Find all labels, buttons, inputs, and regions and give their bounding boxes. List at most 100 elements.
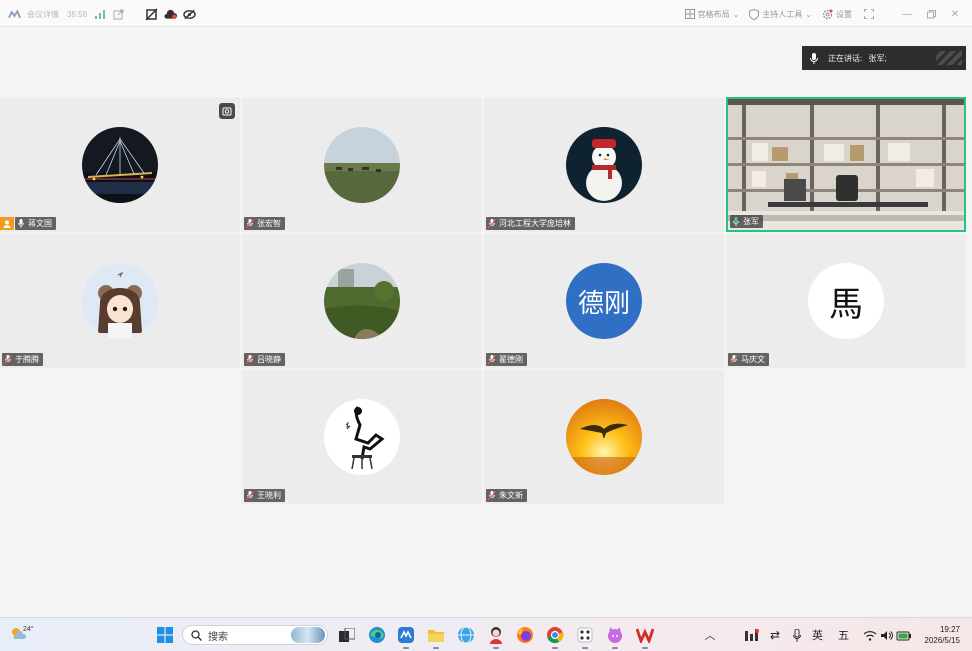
browser-globe-icon[interactable]: [456, 625, 476, 645]
microphone-active-icon: [732, 217, 740, 226]
start-button[interactable]: [155, 625, 175, 645]
file-explorer-icon[interactable]: [426, 625, 446, 649]
battery-icon[interactable]: [894, 625, 914, 645]
app-logo-icon: [8, 8, 21, 21]
nameplate: 翟德刚: [486, 353, 527, 366]
active-speaker-banner: 正在讲话: 张军;: [802, 46, 966, 70]
tray-overflow-icon[interactable]: ︿: [700, 625, 720, 645]
signal-bars-icon[interactable]: [93, 8, 106, 21]
participant-tile[interactable]: 德刚 翟德刚: [484, 234, 724, 368]
grid-layout-label: 宫格布局: [697, 9, 730, 19]
microphone-muted-icon: [246, 491, 254, 500]
user-icon: [3, 220, 11, 228]
participant-tile[interactable]: 蒋文国: [0, 98, 240, 232]
taskbar-search[interactable]: 搜索: [182, 625, 328, 645]
meeting-app-icon[interactable]: [396, 625, 416, 649]
clock-date: 2026/5/15: [924, 636, 960, 645]
speaking-label: 正在讲话:: [828, 53, 863, 63]
microphone-muted-icon: [246, 219, 254, 228]
edge-browser-icon[interactable]: [367, 625, 387, 645]
video-feed: [728, 99, 964, 230]
participant-tile[interactable]: 馬 马庆文: [726, 234, 966, 368]
nameplate: 朱文新: [486, 489, 527, 502]
microphone-icon[interactable]: [787, 625, 807, 645]
participant-name: 张宏智: [257, 219, 281, 228]
avatar: [566, 399, 642, 475]
cat-app-icon[interactable]: [605, 625, 625, 649]
search-highlight-icon: [291, 627, 325, 643]
avatar: [82, 263, 158, 339]
volume-icon[interactable]: [876, 625, 896, 645]
participant-name: 吕晓静: [257, 355, 281, 364]
speaker-name: 张军;: [868, 53, 887, 63]
participant-name: 蒋文国: [28, 219, 52, 228]
participant-name: 翟德刚: [499, 355, 523, 364]
chevron-down-icon: ⌄: [805, 9, 812, 19]
mute-all-icon[interactable]: [145, 7, 158, 21]
microphone-icon: [810, 52, 818, 64]
meeting-duration: 35:58: [67, 9, 88, 19]
ime-mode-indicator[interactable]: 五: [838, 627, 849, 643]
microphone-muted-icon: [730, 355, 738, 364]
participant-tile[interactable]: 王晓利: [242, 370, 482, 504]
nameplate: 蒋文国: [15, 217, 56, 230]
tray-app-icon[interactable]: [742, 625, 762, 645]
microphone-muted-icon: [246, 355, 254, 364]
search-icon: [191, 629, 202, 641]
grid-icon: [684, 9, 695, 19]
participant-tile[interactable]: 于腾腾: [0, 234, 240, 368]
nameplate: 河北工程大学庞培林: [486, 217, 575, 230]
nameplate: 吕晓静: [244, 353, 285, 366]
avatar-initials: 德刚: [577, 288, 630, 319]
wps-office-icon[interactable]: [635, 625, 655, 649]
firefox-icon[interactable]: [515, 625, 535, 645]
meeting-details-link[interactable]: 会议详情: [27, 9, 59, 20]
minimize-icon[interactable]: —: [900, 7, 914, 21]
nameplate: 于腾腾: [2, 353, 43, 366]
camera-switch-icon[interactable]: [219, 103, 235, 119]
chrome-icon[interactable]: [545, 625, 565, 649]
weather-widget[interactable]: 24°: [10, 626, 34, 640]
ime-language-indicator[interactable]: 英: [812, 627, 823, 643]
participant-tile[interactable]: 河北工程大学庞培林: [484, 98, 724, 232]
microphone-muted-icon: [488, 219, 496, 228]
nameplate: 张宏智: [244, 217, 285, 230]
app-grid-icon[interactable]: [575, 625, 595, 649]
avatar: [324, 127, 400, 203]
microphone-muted-icon: [488, 491, 496, 500]
participant-name: 张军: [743, 217, 759, 226]
system-clock[interactable]: 19:27 2026/5/15: [924, 624, 960, 646]
settings-button[interactable]: 设置: [822, 9, 852, 20]
avatar-app-icon[interactable]: [486, 625, 506, 649]
chevron-down-icon: ⌄: [732, 9, 740, 19]
network-transfer-icon[interactable]: ⇄: [765, 625, 785, 645]
participant-tile[interactable]: 张宏智: [242, 98, 482, 232]
hide-video-icon[interactable]: [183, 8, 196, 21]
participant-name: 河北工程大学庞培林: [499, 219, 571, 228]
close-icon[interactable]: ✕: [948, 7, 962, 21]
windows-taskbar: 24° 搜索 ︿ ⇄ 英 五 19:27 2026/5/15: [0, 617, 972, 651]
avatar-initials: 馬: [829, 284, 863, 325]
nameplate: 张军: [730, 215, 763, 228]
grid-layout-button[interactable]: 宫格布局 ⌄: [684, 9, 740, 20]
avatar: [324, 399, 400, 475]
cloud-record-icon[interactable]: [164, 8, 178, 21]
host-tools-button[interactable]: 主持人工具 ⌄: [749, 8, 812, 20]
participant-tile[interactable]: 朱文新: [484, 370, 724, 504]
microphone-muted-icon: [4, 355, 12, 364]
participant-name: 于腾腾: [15, 355, 39, 364]
clock-time: 19:27: [939, 625, 960, 634]
fullscreen-icon[interactable]: [862, 7, 876, 21]
avatar: [82, 127, 158, 203]
restore-icon[interactable]: [924, 7, 938, 21]
meeting-toolbar: 会议详情 35:58 宫格布局 ⌄ 主持人工具 ⌄ 设置 — ✕: [0, 0, 972, 27]
settings-label: 设置: [836, 9, 852, 19]
windows-logo-icon: [157, 627, 173, 643]
external-share-icon[interactable]: [112, 8, 125, 21]
participant-tile[interactable]: 吕晓静: [242, 234, 482, 368]
microphone-icon: [17, 219, 25, 228]
nameplate: 王晓利: [244, 489, 285, 502]
task-view-icon[interactable]: [337, 625, 357, 645]
participant-tile-active-speaker[interactable]: 张军: [726, 97, 966, 232]
avatar: 德刚: [566, 263, 642, 339]
